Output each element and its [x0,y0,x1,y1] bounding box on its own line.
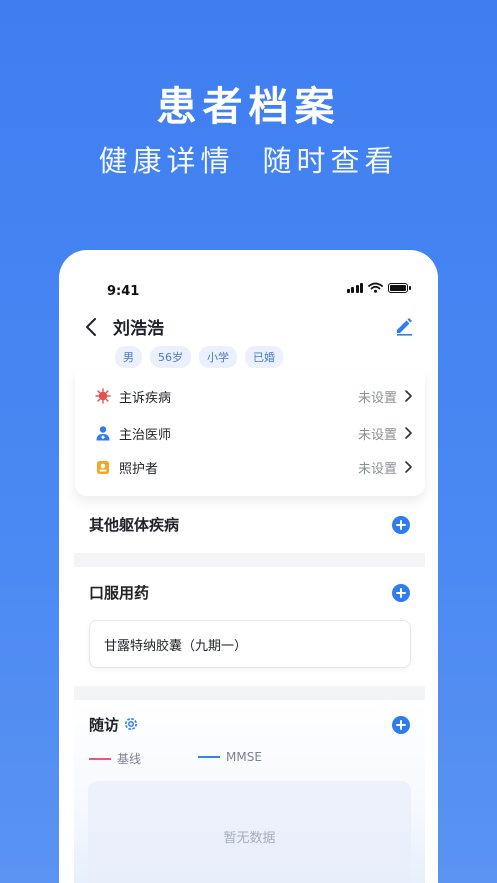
legend-baseline-label: 基线 [117,752,142,766]
signal-icon [346,282,363,293]
tag-marital: 已婚 [245,346,283,368]
virus-icon [95,388,111,404]
patient-name: 刘浩浩 [113,319,164,339]
doctor-icon [95,425,111,441]
chevron-right-icon [405,390,412,402]
patient-tags: 男 56岁 小学 已婚 [115,346,283,368]
row-label: 主诉疾病 [119,390,172,406]
edit-button[interactable] [394,316,414,336]
tag-education: 小学 [199,346,237,368]
legend-mmse-label: MMSE [226,750,262,764]
row-value: 未设置 [357,427,397,443]
baseline-line-swatch [89,757,111,760]
section-divider [74,553,425,567]
row-chief-disease[interactable]: 主诉疾病 未设置 [95,385,413,407]
hero-subtitle-right: 随时查看 [262,144,399,178]
section-divider [74,686,425,700]
add-medication-button[interactable] [392,584,410,602]
pencil-icon [397,318,412,336]
caregiver-icon [95,459,111,475]
legend-baseline: 基线 [89,750,141,767]
row-label: 主治医师 [119,427,172,443]
chevron-left-icon [86,317,96,336]
add-followup-button[interactable] [392,716,410,734]
mmse-line-swatch [198,756,220,758]
wifi-icon [368,282,383,293]
chevron-right-icon [405,427,412,439]
back-button[interactable] [85,317,101,337]
row-label: 照护者 [119,461,159,477]
hero-subtitle-left: 健康详情 [98,144,235,178]
row-value: 未设置 [357,461,397,477]
status-icons [346,282,411,293]
hero-title: 患者档案 [156,84,341,130]
row-caregiver[interactable]: 照护者 未设置 [95,456,413,478]
status-time: 9:41 [107,284,140,299]
followup-settings-button[interactable] [123,716,139,732]
section-followup-title: 随访 [89,716,120,734]
patient-info-card: 主诉疾病 未设置 主治医师 未设置 照护者 未设置 [75,370,425,496]
row-value: 未设置 [357,390,397,406]
battery-icon [388,282,411,293]
gear-icon [125,718,137,730]
hero-subtitle: 健康详情 随时查看 [0,138,497,180]
empty-text: 暂无数据 [223,830,276,846]
medication-item[interactable]: 甘露特纳胶囊（九期一） [89,620,411,668]
chevron-right-icon [405,461,412,473]
patient-header: 刘浩浩 [85,314,164,339]
followup-empty-state: 暂无数据 [88,781,411,883]
row-attending-doctor[interactable]: 主治医师 未设置 [95,422,413,444]
tag-age: 56岁 [150,346,191,368]
section-other-diseases-title: 其他躯体疾病 [89,516,180,534]
legend-mmse: MMSE [198,750,262,764]
section-oral-meds-title: 口服用药 [89,584,150,602]
add-other-disease-button[interactable] [392,516,410,534]
tag-gender: 男 [115,346,142,368]
phone-screen: 9:41 刘浩浩 男 56岁 小学 已婚 主诉疾病 未设置 主治医师 未设置 照… [59,250,438,883]
